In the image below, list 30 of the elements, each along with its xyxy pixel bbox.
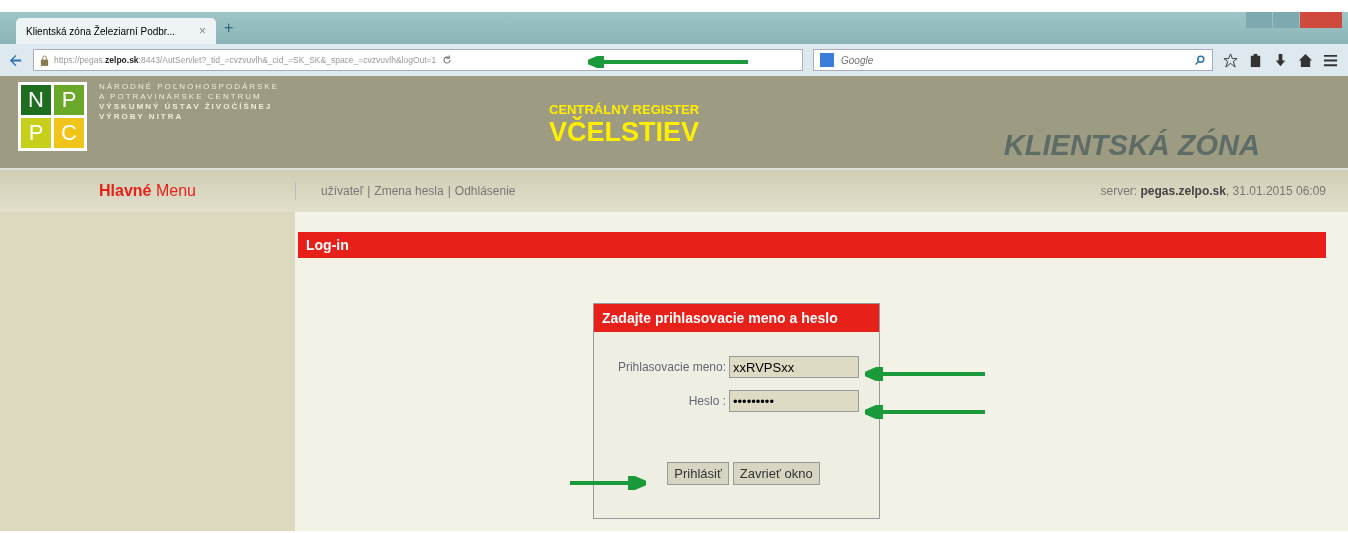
- search-bar[interactable]: Google: [813, 49, 1213, 71]
- dialog-button[interactable]: Zavrieť okno: [732, 462, 820, 485]
- register-subtitle: CENTRÁLNY REGISTER: [549, 102, 700, 117]
- url-text: https://pegas.zelpo.sk:8443/AutServlet?_tid_=cvzvuvlh&_cid_=SK_SK&_space_=cvzvuvlh&logOut=1: [54, 55, 437, 65]
- home-icon[interactable]: [1298, 52, 1313, 68]
- main-menu-title: Hlavné Menu: [0, 182, 296, 200]
- dialog-button[interactable]: Prihlásiť: [667, 462, 729, 485]
- menu-icon[interactable]: [1323, 52, 1338, 68]
- browser-tab[interactable]: Klientská zóna Železiarní Podbr... ×: [16, 18, 216, 44]
- input-field[interactable]: •••••••••: [729, 390, 859, 412]
- section-title: Log-in: [298, 232, 1326, 258]
- field-label: Heslo :: [688, 394, 726, 408]
- star-icon[interactable]: [1223, 52, 1238, 68]
- back-icon[interactable]: [8, 52, 23, 68]
- lock-icon: [40, 54, 49, 66]
- link-separator: |: [367, 184, 371, 198]
- link-separator: |: [447, 184, 451, 198]
- organization-name: NÁRODNÉ POĽNOHOSPODÁRSKE A POTRAVINÁRSKE CENTRUM VÝSKUMNÝ ÚSTAV ŽIVOČÍŠNEJ VÝROBY NITRA: [99, 82, 280, 122]
- zone-title: KLIENTSKÁ ZÓNA: [1003, 129, 1260, 162]
- server-info: server: pegas.zelpo.sk, 31.01.2015 06:09: [1100, 184, 1326, 198]
- search-icon[interactable]: [1194, 54, 1206, 66]
- dialog-title: Zadajte prihlasovacie meno a heslo: [594, 304, 879, 332]
- logo-icon: N P P C: [18, 82, 87, 151]
- register-title: VČELSTIEV: [549, 117, 700, 148]
- clipboard-icon[interactable]: [1248, 52, 1263, 68]
- tab-title: Klientská zóna Železiarní Podbr...: [26, 25, 175, 37]
- input-field[interactable]: xxRVPSxx: [729, 356, 859, 378]
- field-label: Prihlasovacie meno:: [617, 360, 726, 374]
- reload-icon[interactable]: [441, 54, 454, 66]
- address-bar[interactable]: https://pegas.zelpo.sk:8443/AutServlet?_tid_=cvzvuvlh&_cid_=SK_SK&_space_=cvzvuvlh&logOut=1: [33, 49, 803, 71]
